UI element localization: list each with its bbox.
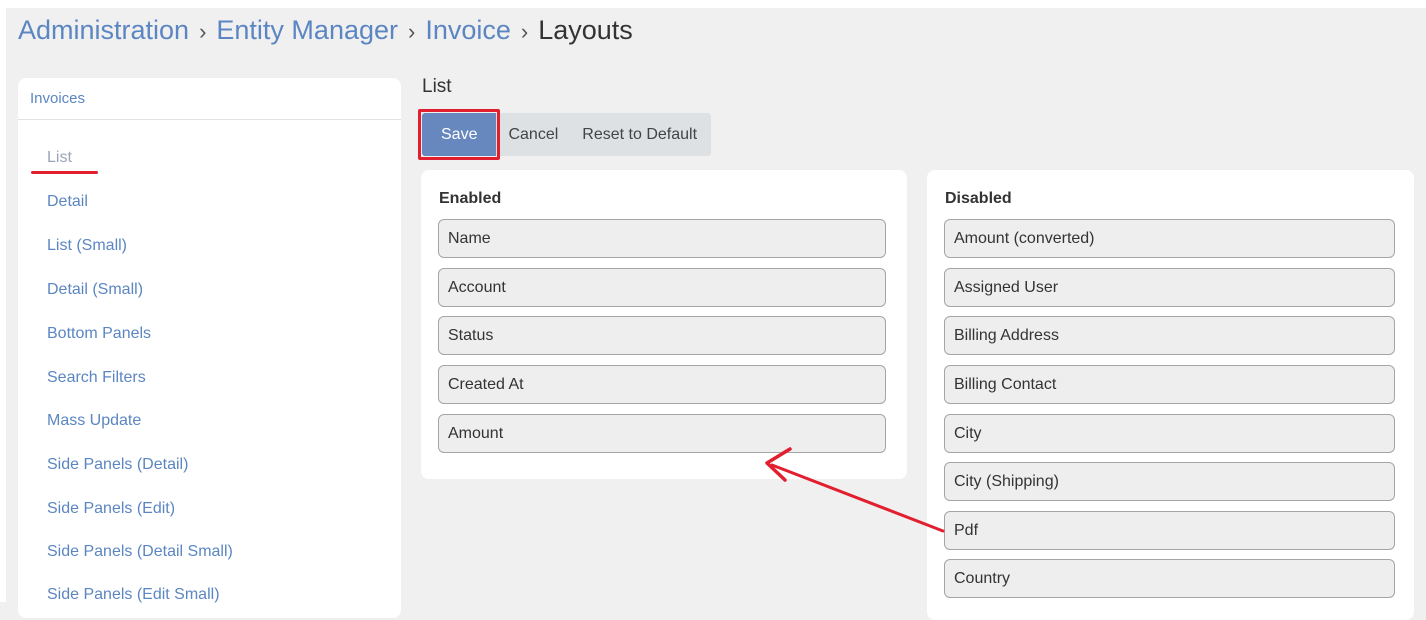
- disabled-field-pdf[interactable]: Pdf: [944, 511, 1395, 550]
- sidebar-item-list[interactable]: List: [47, 149, 72, 167]
- left-strip: [0, 0, 6, 602]
- disabled-field-assigned-user[interactable]: Assigned User: [944, 268, 1395, 307]
- sidebar-item-side-panels-detail-small[interactable]: Side Panels (Detail Small): [47, 543, 233, 561]
- disabled-title: Disabled: [945, 190, 1012, 207]
- sidebar-item-side-panels-edit[interactable]: Side Panels (Edit): [47, 500, 175, 518]
- disabled-panel: Disabled Amount (converted) Assigned Use…: [927, 170, 1414, 620]
- breadcrumb-entity-manager[interactable]: Entity Manager: [216, 15, 398, 45]
- action-button-group: Save Cancel Reset to Default: [417, 109, 712, 160]
- breadcrumb-invoice[interactable]: Invoice: [425, 15, 511, 45]
- sidebar-item-detail-small[interactable]: Detail (Small): [47, 281, 143, 299]
- sidebar-item-search-filters[interactable]: Search Filters: [47, 369, 146, 387]
- breadcrumb-administration[interactable]: Administration: [18, 15, 189, 45]
- cancel-button[interactable]: Cancel: [496, 113, 570, 156]
- enabled-panel: Enabled Name Account Status Created At A…: [421, 170, 907, 479]
- disabled-field-amount-converted[interactable]: Amount (converted): [944, 219, 1395, 258]
- sidebar-item-side-panels-edit-small[interactable]: Side Panels (Edit Small): [47, 586, 220, 604]
- disabled-field-billing-address[interactable]: Billing Address: [944, 316, 1395, 355]
- disabled-field-city-shipping[interactable]: City (Shipping): [944, 462, 1395, 501]
- breadcrumb: Administration › Entity Manager › Invoice › La…: [18, 12, 633, 50]
- enabled-field-account[interactable]: Account: [438, 268, 886, 307]
- top-strip: [0, 0, 1426, 8]
- annotation-underline: [31, 171, 98, 174]
- sidebar-item-mass-update[interactable]: Mass Update: [47, 412, 141, 430]
- enabled-field-status[interactable]: Status: [438, 316, 886, 355]
- enabled-field-amount[interactable]: Amount: [438, 414, 886, 453]
- breadcrumb-separator: ›: [408, 19, 416, 44]
- breadcrumb-separator: ›: [199, 19, 207, 44]
- enabled-field-name[interactable]: Name: [438, 219, 886, 258]
- breadcrumb-current: Layouts: [538, 15, 633, 45]
- sidebar-header: Invoices: [18, 78, 401, 120]
- sidebar-item-list-small[interactable]: List (Small): [47, 237, 127, 255]
- sidebar-item-side-panels-detail[interactable]: Side Panels (Detail): [47, 456, 188, 474]
- disabled-field-billing-contact[interactable]: Billing Contact: [944, 365, 1395, 404]
- sidebar-item-detail[interactable]: Detail: [47, 193, 88, 211]
- sidebar-item-bottom-panels[interactable]: Bottom Panels: [47, 325, 151, 343]
- enabled-field-created-at[interactable]: Created At: [438, 365, 886, 404]
- breadcrumb-separator: ›: [520, 19, 529, 44]
- disabled-field-country[interactable]: Country: [944, 559, 1395, 598]
- enabled-title: Enabled: [439, 190, 502, 207]
- layout-sidebar: Invoices List Detail List (Small) Detail…: [18, 78, 401, 618]
- disabled-field-city[interactable]: City: [944, 414, 1395, 453]
- layout-title: List: [422, 76, 452, 97]
- reset-to-default-button[interactable]: Reset to Default: [570, 113, 711, 156]
- save-button[interactable]: Save: [417, 109, 501, 160]
